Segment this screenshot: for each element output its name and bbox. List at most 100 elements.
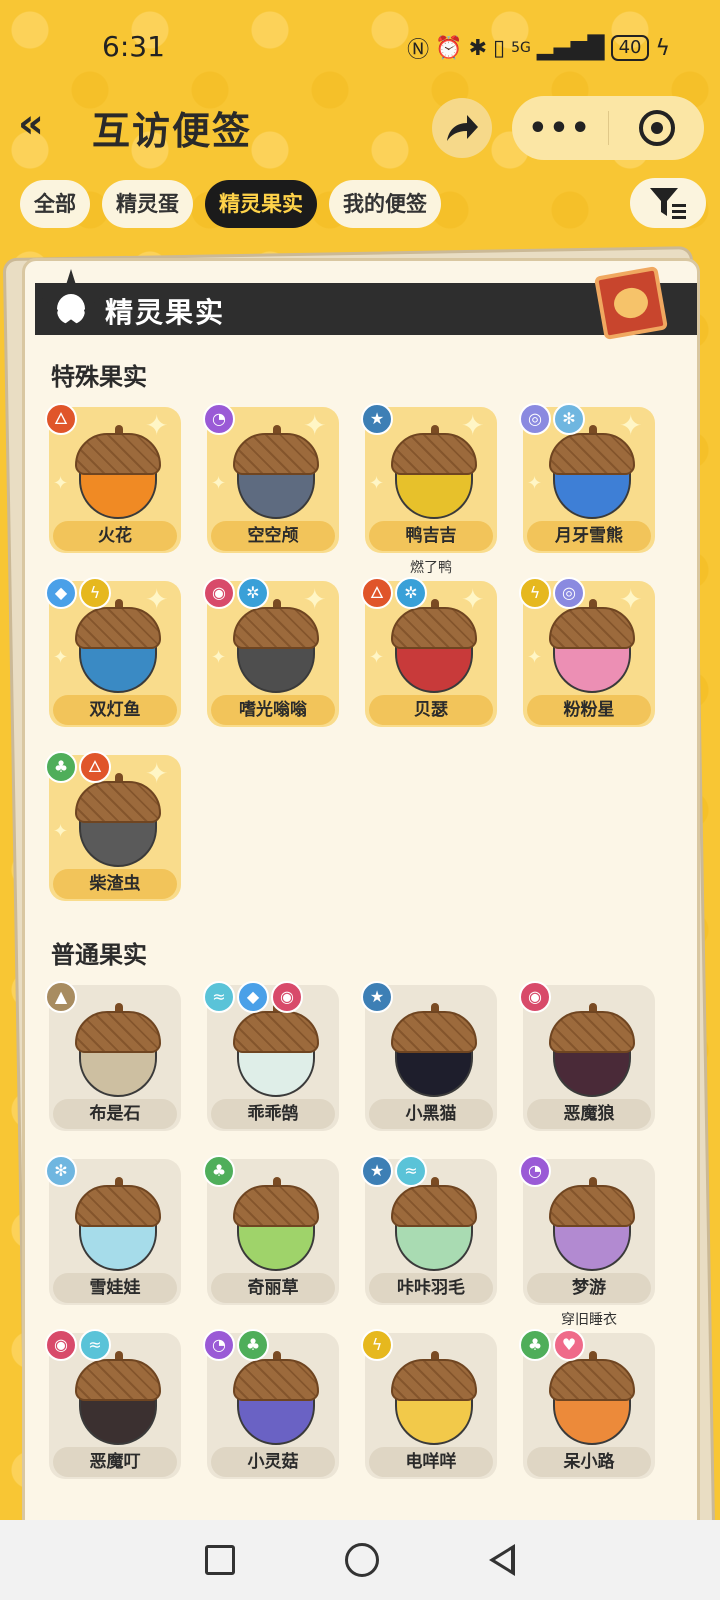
fruit-item[interactable]: 恶魔叮 ◉ ≈ — [45, 1329, 181, 1479]
type-badges: ♣ ♥ — [519, 1329, 585, 1361]
grass-type-icon: ♣ — [45, 751, 77, 783]
ground-type-icon: ▲ — [45, 981, 77, 1013]
share-button[interactable] — [432, 98, 492, 158]
acorn-fruit-icon — [549, 1351, 635, 1445]
type-badges: ◉ ✲ — [203, 577, 269, 609]
electric-type-icon: ϟ — [519, 577, 551, 609]
ghost-type-icon: ◔ — [203, 1329, 235, 1361]
fruit-item[interactable]: ✦ ✦ 柴渣虫 ♣ 🜂 — [45, 751, 181, 901]
acorn-fruit-icon — [391, 1351, 477, 1445]
acorn-fruit-icon — [391, 425, 477, 519]
fruit-item[interactable]: 电咩咩 ϟ — [361, 1329, 497, 1479]
tab-fruits[interactable]: 精灵果实 — [205, 180, 317, 228]
filter-icon — [650, 188, 686, 219]
acorn-fruit-icon — [549, 1003, 635, 1097]
grass-type-icon: ♣ — [203, 1155, 235, 1187]
sparkle-icon: ✦ — [369, 647, 385, 668]
owl-stamp-icon — [593, 265, 669, 341]
fruit-item[interactable]: ✦ ✦ 嗜光嗡嗡 ◉ ✲ — [203, 577, 339, 727]
bluetooth-icon: ✱ — [468, 35, 488, 61]
type-badges: ◉ ≈ — [45, 1329, 111, 1361]
fruit-name: 雪娃娃 — [53, 1273, 177, 1303]
acorn-fruit-icon — [233, 425, 319, 519]
recents-button[interactable] — [205, 1545, 235, 1575]
fruit-name: 鸭吉吉 — [369, 521, 493, 551]
fruit-item[interactable]: 梦游 ◔ 穿旧睡衣 — [519, 1155, 655, 1328]
fruit-item[interactable]: 雪娃娃 ✻ — [45, 1155, 181, 1305]
fruit-name: 空空颅 — [211, 521, 335, 551]
type-badges: ◎ ✻ — [519, 403, 585, 435]
fruit-name: 乖乖鹄 — [211, 1099, 335, 1129]
fruit-name: 小灵菇 — [211, 1447, 335, 1477]
fruit-item[interactable]: ✦ ✦ 火花 🜂 — [45, 403, 181, 553]
status-time: 6:31 — [102, 30, 165, 63]
fire-type-icon: 🜂 — [361, 577, 393, 609]
fruit-item[interactable]: ✦ ✦ 空空颅 ◔ — [203, 403, 339, 553]
sparkle-icon: ✦ — [211, 647, 227, 668]
fruit-item[interactable]: ✦ ✦ 鸭吉吉 ★ 燃了鸭 — [361, 403, 497, 576]
fruit-name: 小黑猫 — [369, 1099, 493, 1129]
fruit-item[interactable]: 小灵菇 ◔ ♣ — [203, 1329, 339, 1479]
home-button[interactable] — [345, 1543, 379, 1577]
mini-program-capsule: ••• — [512, 96, 704, 160]
fruit-name: 粉粉星 — [527, 695, 651, 725]
type-badges: 🜂 ✲ — [361, 577, 427, 609]
type-badges: 🜂 — [45, 403, 77, 435]
fruit-name: 呆小路 — [527, 1447, 651, 1477]
tab-all[interactable]: 全部 — [20, 180, 90, 228]
fire-type-icon: 🜂 — [79, 751, 111, 783]
vibrate-icon: ▯ — [493, 35, 506, 61]
system-nav-bar — [0, 1520, 720, 1600]
acorn-fruit-icon — [549, 425, 635, 519]
ghost-type-icon: ◔ — [519, 1155, 551, 1187]
sparkle-icon: ✦ — [369, 473, 385, 494]
fruit-item[interactable]: 恶魔狼 ◉ — [519, 981, 655, 1131]
psychic-type-icon: ◎ — [519, 403, 551, 435]
acorn-fruit-icon — [549, 1177, 635, 1271]
fruit-item[interactable]: 乖乖鹄 ≈ ◆ ◉ — [203, 981, 339, 1131]
fruit-item[interactable]: ✦ ✦ 双灯鱼 ◆ ϟ — [45, 577, 181, 727]
type-badges: ♣ 🜂 — [45, 751, 111, 783]
filter-button[interactable] — [630, 178, 706, 228]
acorn-fruit-icon — [233, 1351, 319, 1445]
normal-type-icon: ★ — [361, 981, 393, 1013]
ghost-type-icon: ◔ — [203, 403, 235, 435]
fruit-item[interactable]: ✦ ✦ 贝瑟 🜂 ✲ — [361, 577, 497, 727]
type-badges: ♣ — [203, 1155, 235, 1187]
demon-type-icon: ◉ — [271, 981, 303, 1013]
charging-icon: ϟ — [655, 35, 670, 61]
acorn-fruit-icon — [75, 1003, 161, 1097]
close-button[interactable] — [609, 110, 704, 146]
nfc-icon: Ⓝ — [407, 38, 430, 63]
back-button[interactable]: « — [18, 104, 70, 148]
type-badges: ✻ — [45, 1155, 77, 1187]
mech-type-icon: ✲ — [395, 577, 427, 609]
more-button[interactable]: ••• — [512, 111, 608, 146]
normal-type-icon: ★ — [361, 403, 393, 435]
system-back-button[interactable] — [489, 1544, 515, 1576]
common-section-title: 普通果实 — [51, 941, 147, 969]
mech-type-icon: ✲ — [237, 577, 269, 609]
tab-eggs[interactable]: 精灵蛋 — [102, 180, 193, 228]
sparkle-icon: ✦ — [211, 473, 227, 494]
water-type-icon: ◆ — [237, 981, 269, 1013]
acorn-fruit-icon — [391, 599, 477, 693]
fruit-item[interactable]: 呆小路 ♣ ♥ — [519, 1329, 655, 1479]
fruit-item[interactable]: 布是石 ▲ — [45, 981, 181, 1131]
fruit-item[interactable]: 奇丽草 ♣ — [203, 1155, 339, 1305]
sparkle-icon: ✦ — [53, 647, 69, 668]
fruit-item[interactable]: ✦ ✦ 月牙雪熊 ◎ ✻ — [519, 403, 655, 553]
acorn-fruit-icon — [75, 599, 161, 693]
fruit-item[interactable]: 咔咔羽毛 ★ ≈ — [361, 1155, 497, 1305]
sparkle-icon: ✦ — [53, 821, 69, 842]
acorn-fruit-icon — [391, 1177, 477, 1271]
type-badges: ▲ — [45, 981, 77, 1013]
acorn-fruit-icon — [391, 1003, 477, 1097]
fruit-extra-label: 穿旧睡衣 — [561, 1312, 617, 1328]
fruit-item[interactable]: 小黑猫 ★ — [361, 981, 497, 1131]
fruit-item[interactable]: ✦ ✦ 粉粉星 ϟ ◎ — [519, 577, 655, 727]
grass-type-icon: ♣ — [519, 1329, 551, 1361]
fruit-name: 双灯鱼 — [53, 695, 177, 725]
wind-type-icon: ≈ — [395, 1155, 427, 1187]
tab-my-notes[interactable]: 我的便签 — [329, 180, 441, 228]
